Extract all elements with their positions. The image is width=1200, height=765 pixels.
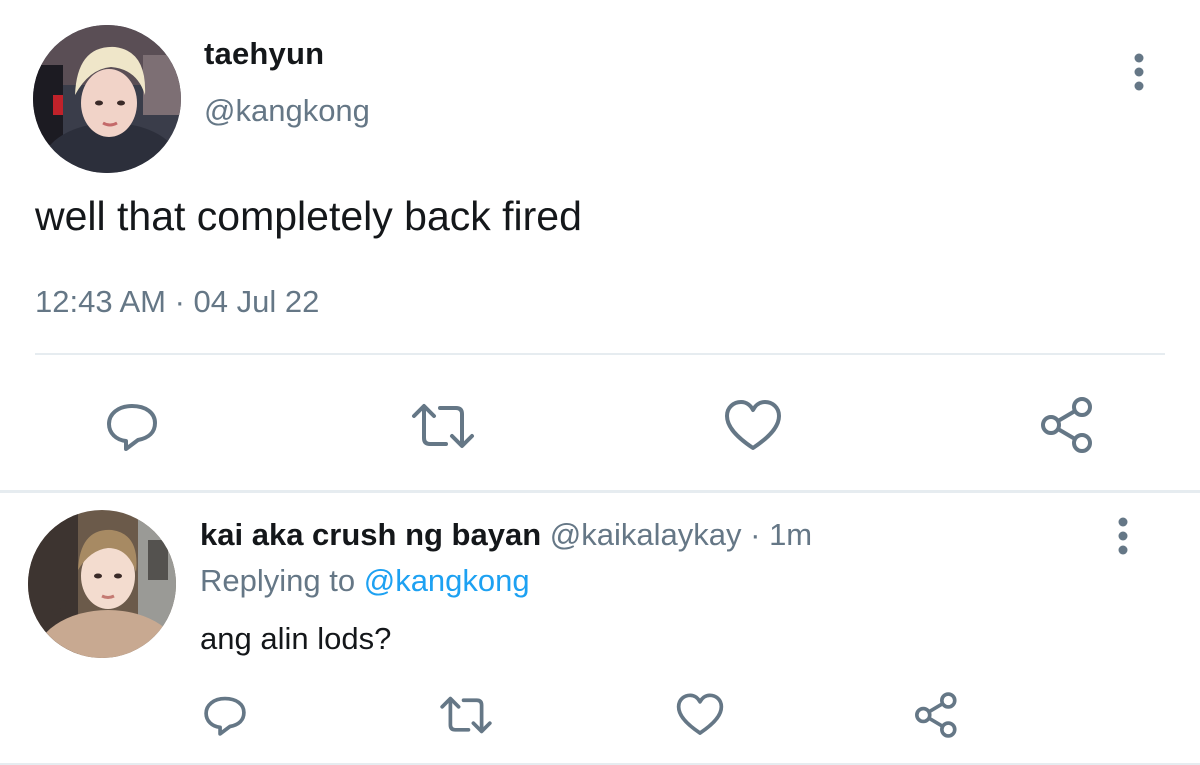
display-name[interactable]: taehyun bbox=[204, 36, 324, 72]
retweet-button[interactable] bbox=[437, 692, 495, 738]
tweet-time: 12:43 AM bbox=[35, 284, 166, 319]
reply-button[interactable] bbox=[202, 692, 248, 738]
divider bbox=[35, 353, 1165, 355]
display-name[interactable]: kai aka crush ng bayan bbox=[200, 517, 541, 552]
share-icon bbox=[1041, 397, 1092, 453]
replying-to-link[interactable]: @kangkong bbox=[364, 563, 530, 598]
user-handle[interactable]: @kaikalaykay bbox=[550, 517, 742, 552]
share-icon bbox=[915, 692, 957, 738]
like-icon bbox=[725, 400, 781, 450]
more-vertical-icon bbox=[1118, 517, 1128, 555]
tweet-timestamp: 12:43 AM · 04 Jul 22 bbox=[35, 284, 319, 320]
meta-separator: · bbox=[165, 284, 194, 319]
tweet-time: 1m bbox=[769, 517, 813, 552]
retweet-icon bbox=[440, 696, 492, 734]
meta-separator: · bbox=[741, 517, 770, 552]
avatar-photo bbox=[33, 25, 181, 173]
user-handle[interactable]: @kangkong bbox=[204, 93, 370, 129]
tweet-separator bbox=[0, 490, 1200, 493]
more-options-button[interactable] bbox=[1124, 52, 1154, 92]
retweet-icon bbox=[412, 404, 474, 448]
share-button[interactable] bbox=[912, 690, 962, 740]
like-icon bbox=[676, 693, 724, 735]
more-vertical-icon bbox=[1134, 53, 1144, 91]
like-button[interactable] bbox=[676, 692, 724, 738]
reply-icon bbox=[107, 404, 157, 451]
more-options-button[interactable] bbox=[1108, 516, 1138, 556]
tweet-text: well that completely back fired bbox=[35, 193, 582, 239]
tweet-text: ang alin lods? bbox=[200, 621, 392, 656]
like-button[interactable] bbox=[724, 398, 782, 454]
share-button[interactable] bbox=[1038, 394, 1098, 456]
replying-to: Replying to @kangkong bbox=[200, 563, 530, 599]
tweet-date: 04 Jul 22 bbox=[193, 284, 320, 319]
retweet-button[interactable] bbox=[408, 398, 478, 454]
reply-header: kai aka crush ng bayan @kaikalaykay · 1m bbox=[200, 517, 812, 553]
replying-to-label: Replying to bbox=[200, 563, 364, 598]
avatar[interactable] bbox=[33, 25, 181, 173]
avatar[interactable] bbox=[28, 510, 176, 658]
avatar-photo bbox=[28, 510, 176, 658]
reply-button[interactable] bbox=[104, 398, 160, 454]
reply-icon bbox=[204, 696, 246, 736]
